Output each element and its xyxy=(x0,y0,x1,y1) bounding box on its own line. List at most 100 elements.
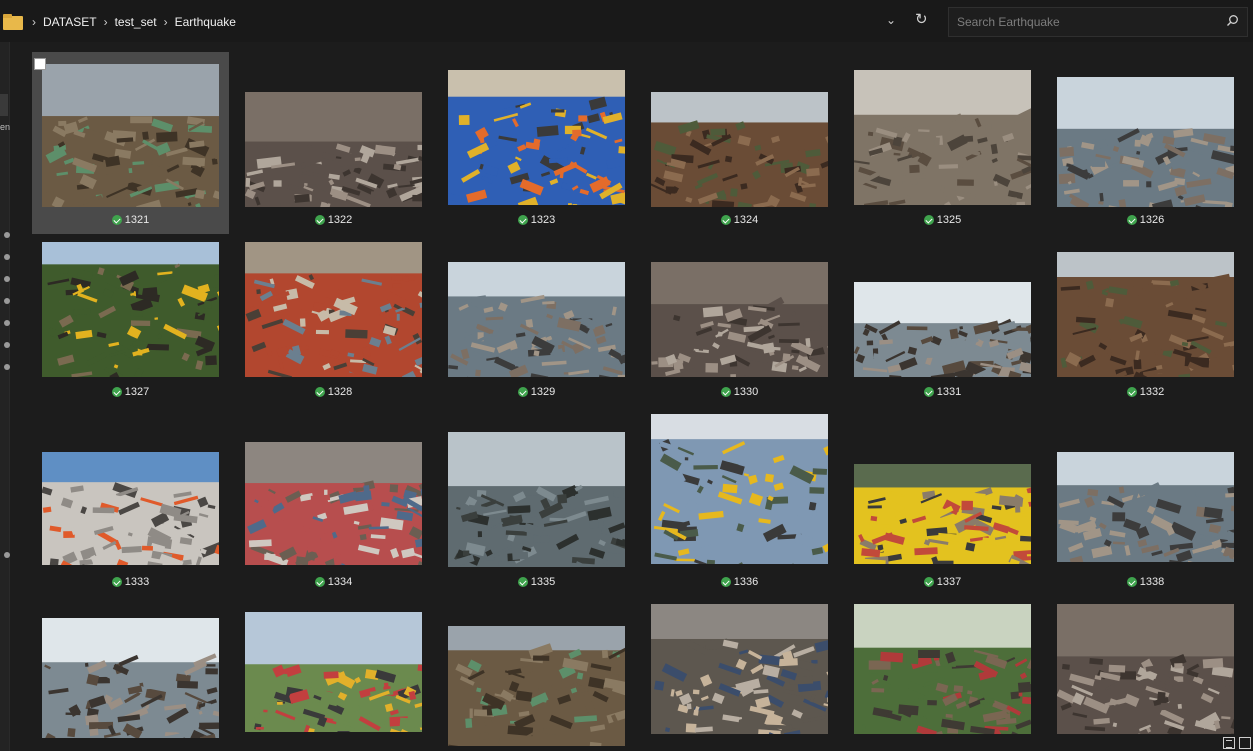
photo-thumbnail xyxy=(42,64,219,207)
rubble-shape xyxy=(926,353,939,358)
file-thumbnail[interactable] xyxy=(854,282,1031,377)
sync-status-ok-icon xyxy=(314,577,325,587)
file-thumbnail[interactable] xyxy=(854,464,1031,564)
large-icons-view-icon[interactable] xyxy=(1239,737,1251,749)
file-name-label: 1334 xyxy=(235,576,432,588)
file-thumbnail[interactable] xyxy=(854,70,1031,205)
file-thumbnail[interactable] xyxy=(42,64,219,207)
rubble-shape xyxy=(826,474,828,482)
nav-pin-icon[interactable] xyxy=(4,552,10,558)
nav-pin-icon[interactable] xyxy=(4,364,10,370)
navigation-pane[interactable]: en xyxy=(0,42,10,751)
rubble-shape xyxy=(724,155,733,163)
nav-pin-icon[interactable] xyxy=(4,254,10,260)
file-thumbnail[interactable] xyxy=(854,604,1031,734)
rubble-shape xyxy=(920,131,931,136)
rubble-shape xyxy=(803,321,820,332)
search-input[interactable] xyxy=(949,15,1219,29)
refresh-icon[interactable]: ↻ xyxy=(915,10,928,28)
file-thumbnail[interactable] xyxy=(651,604,828,734)
photo-thumbnail xyxy=(854,282,1031,377)
file-name: 1338 xyxy=(1139,576,1165,588)
rubble-shape xyxy=(654,680,665,691)
rubble-shape xyxy=(1230,145,1234,152)
file-thumbnail[interactable] xyxy=(245,92,422,207)
file-thumbnail[interactable] xyxy=(42,452,219,565)
view-toggle xyxy=(1223,737,1251,749)
file-name-label: 1330 xyxy=(641,386,838,398)
rubble-shape xyxy=(1160,703,1165,711)
file-thumbnail[interactable] xyxy=(651,92,828,207)
photo-thumbnail xyxy=(448,70,625,205)
rubble-shape xyxy=(1030,673,1031,684)
rubble-shape xyxy=(263,709,268,713)
file-thumbnail[interactable] xyxy=(1057,77,1234,207)
rubble-shape xyxy=(113,201,132,207)
file-name-label: 1323 xyxy=(438,214,635,226)
rubble-shape xyxy=(128,168,133,174)
file-thumbnail[interactable] xyxy=(448,70,625,205)
rubble-shape xyxy=(1146,181,1152,188)
rubble-shape xyxy=(323,671,339,679)
rubble-shape xyxy=(866,340,874,346)
file-name-label: 1328 xyxy=(235,386,432,398)
rubble-shape xyxy=(84,662,89,667)
search-icon[interactable] xyxy=(1226,14,1239,27)
nav-pin-icon[interactable] xyxy=(4,342,10,348)
file-thumbnail[interactable] xyxy=(448,432,625,567)
file-thumbnail[interactable] xyxy=(42,242,219,377)
breadcrumb-item-test-set[interactable]: test_set xyxy=(115,15,157,29)
rubble-shape xyxy=(1157,691,1166,702)
photo-thumbnail xyxy=(651,414,828,564)
chevron-down-icon[interactable]: ⌄ xyxy=(886,13,896,27)
file-thumbnail[interactable] xyxy=(448,262,625,377)
rubble-shape xyxy=(248,539,272,548)
nav-pin-icon[interactable] xyxy=(4,320,10,326)
file-thumbnail[interactable] xyxy=(42,618,219,738)
sync-status-ok-icon xyxy=(923,215,934,225)
file-thumbnail[interactable] xyxy=(245,242,422,377)
file-name-label: 1333 xyxy=(32,576,229,588)
file-name: 1325 xyxy=(936,214,962,226)
file-thumbnail[interactable] xyxy=(448,626,625,746)
file-name-label: 1324 xyxy=(641,214,838,226)
file-thumbnail[interactable] xyxy=(245,612,422,732)
file-name: 1324 xyxy=(733,214,759,226)
nav-pin-icon[interactable] xyxy=(4,298,10,304)
file-thumbnail[interactable] xyxy=(651,262,828,377)
sync-status-ok-icon xyxy=(720,215,731,225)
rubble-shape xyxy=(938,164,959,169)
file-thumbnail[interactable] xyxy=(245,442,422,565)
breadcrumb-item-earthquake[interactable]: Earthquake xyxy=(175,15,236,29)
sync-status-ok-icon xyxy=(720,577,731,587)
search-box[interactable] xyxy=(948,7,1248,37)
rubble-shape xyxy=(214,274,219,279)
file-thumbnail[interactable] xyxy=(1057,452,1234,562)
nav-pane-handle[interactable] xyxy=(0,94,8,116)
sync-status-ok-icon xyxy=(111,215,122,225)
rubble-shape xyxy=(214,149,219,160)
file-name-label: 1329 xyxy=(438,386,635,398)
details-view-icon[interactable] xyxy=(1223,737,1235,749)
file-thumbnail[interactable] xyxy=(1057,604,1234,734)
rubble-shape xyxy=(1177,703,1182,709)
photo-thumbnail xyxy=(245,442,422,565)
sync-status-ok-icon xyxy=(314,387,325,397)
photo-thumbnail xyxy=(1057,452,1234,562)
rubble-shape xyxy=(906,654,919,665)
rubble-shape xyxy=(536,125,559,137)
rubble-shape xyxy=(67,728,76,738)
photo-ground xyxy=(245,141,422,207)
rubble-shape xyxy=(722,483,738,494)
file-thumbnail[interactable] xyxy=(651,414,828,564)
nav-pin-icon[interactable] xyxy=(4,276,10,282)
rubble-shape xyxy=(1026,492,1031,503)
select-checkbox[interactable] xyxy=(34,58,46,70)
rubble-shape xyxy=(389,484,399,493)
nav-pin-icon[interactable] xyxy=(4,232,10,238)
rubble-shape xyxy=(256,289,261,295)
breadcrumb-item-dataset[interactable]: DATASET xyxy=(43,15,97,29)
file-name: 1329 xyxy=(530,386,556,398)
file-tile[interactable]: 1321 xyxy=(32,52,229,234)
file-thumbnail[interactable] xyxy=(1057,252,1234,377)
